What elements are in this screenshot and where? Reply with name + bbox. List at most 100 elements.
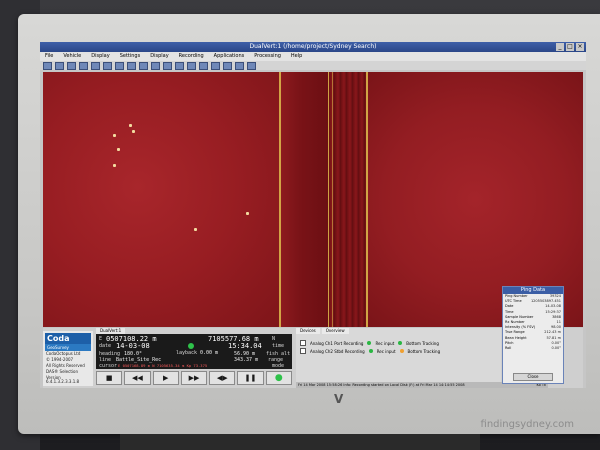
- channel-1-track: Bottom Tracking: [406, 340, 439, 346]
- nadir-zone: [329, 72, 367, 327]
- sonar-target: [194, 228, 197, 231]
- grid-icon[interactable]: [103, 61, 112, 70]
- port-channel: [43, 72, 280, 327]
- sonar-target: [113, 134, 116, 137]
- save-icon[interactable]: [55, 61, 64, 70]
- mode-label: mode: [272, 363, 285, 369]
- menu-vehicle[interactable]: Vehicle: [63, 52, 81, 61]
- step-button[interactable]: ◀▶: [209, 371, 236, 385]
- rewind-button[interactable]: ◀◀: [124, 371, 151, 385]
- geosurvey-wordmark: GeoSurvey: [45, 344, 91, 351]
- channel-row-2: Analog Ch2 Stbd Recording Rec input Bott…: [296, 347, 501, 355]
- easting-label: E: [99, 336, 103, 342]
- record-icon[interactable]: [235, 61, 244, 70]
- stop-button[interactable]: ■: [96, 371, 123, 385]
- measure-icon[interactable]: [151, 61, 160, 70]
- open-icon[interactable]: [43, 61, 52, 70]
- zoom-in-icon[interactable]: [115, 61, 124, 70]
- time-value: 15:34.04: [228, 342, 262, 350]
- ping-close-button[interactable]: Close: [513, 373, 553, 381]
- record-button[interactable]: ●: [265, 371, 292, 385]
- menu-settings[interactable]: Settings: [120, 52, 141, 61]
- status-message: Fri 14 Mar 2008 15:58:26 Info: Recording…: [298, 383, 465, 387]
- layers-icon[interactable]: [91, 61, 100, 70]
- channel-2-track-icon: [399, 349, 404, 353]
- gps-status-icon: [188, 343, 194, 349]
- palette-icon[interactable]: [211, 61, 220, 70]
- date-value: 14-03-08: [116, 342, 150, 350]
- channel-2-track: Bottom Tracking: [407, 348, 441, 354]
- window-controls: _ □ ×: [556, 43, 584, 51]
- cursor-value: E 0507168.89 m N 7105635.34 m Kp 73.375: [118, 363, 208, 368]
- ping-key: Roll: [505, 346, 512, 351]
- export-icon[interactable]: [247, 61, 256, 70]
- navigation-readout: E 0507108.22 m 7105577.68 m N date 14-03…: [96, 334, 292, 369]
- layback-value: 0.00 m: [200, 350, 219, 356]
- channel-1-rec: Rec input: [375, 340, 395, 346]
- menu-recording[interactable]: Recording: [179, 52, 204, 61]
- monitor-stand: [120, 434, 480, 450]
- sonar-target: [113, 164, 116, 167]
- channel-2-status-icon: [368, 349, 373, 353]
- menu-bar: File Vehicle Display Settings Display Re…: [40, 52, 586, 61]
- monitor-brand-logo: V: [334, 392, 344, 406]
- ping-data-dialog: Ping Data Ping Number 39324 UTC Time 12055…: [502, 286, 564, 384]
- channel-2-checkbox[interactable]: [300, 348, 306, 354]
- print-icon[interactable]: [67, 61, 76, 70]
- channel-2-rec: Rec input: [376, 348, 396, 354]
- time-label: time: [272, 343, 285, 349]
- menu-applications[interactable]: Applications: [214, 52, 245, 61]
- center-line: [332, 72, 333, 327]
- sonar-target: [129, 124, 132, 127]
- play-button[interactable]: ▶: [152, 371, 179, 385]
- devices-panel: Devices Overview Analog Ch1 Port Recordi…: [296, 328, 501, 382]
- menu-help[interactable]: Help: [291, 52, 302, 61]
- port-bottom-trace: [279, 72, 281, 327]
- sonar-target: [132, 130, 135, 133]
- menu-display-2[interactable]: Display: [150, 52, 168, 61]
- sonar-target: [117, 148, 120, 151]
- window-titlebar: DualVert:1 (/home/project/Sydney Search)…: [40, 42, 586, 52]
- target-icon[interactable]: [163, 61, 172, 70]
- channel-2-label: Analog Ch2 Stbd Recording: [310, 348, 365, 354]
- marker-icon[interactable]: [175, 61, 184, 70]
- zoom-out-icon[interactable]: [127, 61, 136, 70]
- cursor-label: cursor: [99, 363, 118, 369]
- tab-devices[interactable]: Devices: [296, 328, 320, 334]
- playback-controls: ■ ◀◀ ▶ ▶▶ ◀▶ ❚❚ ●: [96, 371, 292, 385]
- coda-wordmark: Coda: [45, 333, 91, 344]
- gain-icon[interactable]: [199, 61, 208, 70]
- coda-logo: Coda GeoSurvey CodaOctopus Ltd © 1994-20…: [43, 331, 93, 386]
- menu-processing[interactable]: Processing: [254, 52, 281, 61]
- filter-icon[interactable]: [187, 61, 196, 70]
- menu-file[interactable]: File: [45, 52, 53, 61]
- tab-overview[interactable]: Overview: [321, 328, 349, 334]
- settings-icon[interactable]: [79, 61, 88, 70]
- channel-1-track-icon: [398, 341, 403, 345]
- menu-display[interactable]: Display: [91, 52, 109, 61]
- date-label: date: [99, 343, 112, 349]
- toolbar: [40, 61, 586, 70]
- channel-1-status-icon: [367, 341, 372, 345]
- window-icon[interactable]: [223, 61, 232, 70]
- minimize-icon[interactable]: _: [556, 43, 564, 51]
- window-title: DualVert:1 (/home/project/Sydney Search): [249, 43, 377, 50]
- channel-row-1: Analog Ch1 Port Recording Rec input Bott…: [296, 339, 501, 347]
- channel-1-label: Analog Ch1 Port Recording: [310, 340, 364, 346]
- range-value: 343.37 m: [234, 357, 259, 363]
- stbd-bottom-trace: [366, 72, 368, 327]
- watermark: findingsydney.com: [480, 419, 574, 430]
- ping-row: Roll 0.00°: [503, 346, 563, 351]
- northing-label: N: [272, 336, 276, 342]
- ping-dialog-title: Ping Data: [503, 287, 563, 294]
- channel-1-checkbox[interactable]: [300, 340, 306, 346]
- water-column: [280, 72, 329, 327]
- maximize-icon[interactable]: □: [566, 43, 574, 51]
- close-icon[interactable]: ×: [576, 43, 584, 51]
- fast-forward-button[interactable]: ▶▶: [180, 371, 208, 385]
- sonar-target: [246, 212, 249, 215]
- logo-version: Version 6.4.1.3.2.3.3.1.8: [46, 375, 80, 384]
- layback-label: layback: [176, 350, 198, 356]
- pan-icon[interactable]: [139, 61, 148, 70]
- pause-button[interactable]: ❚❚: [237, 371, 264, 385]
